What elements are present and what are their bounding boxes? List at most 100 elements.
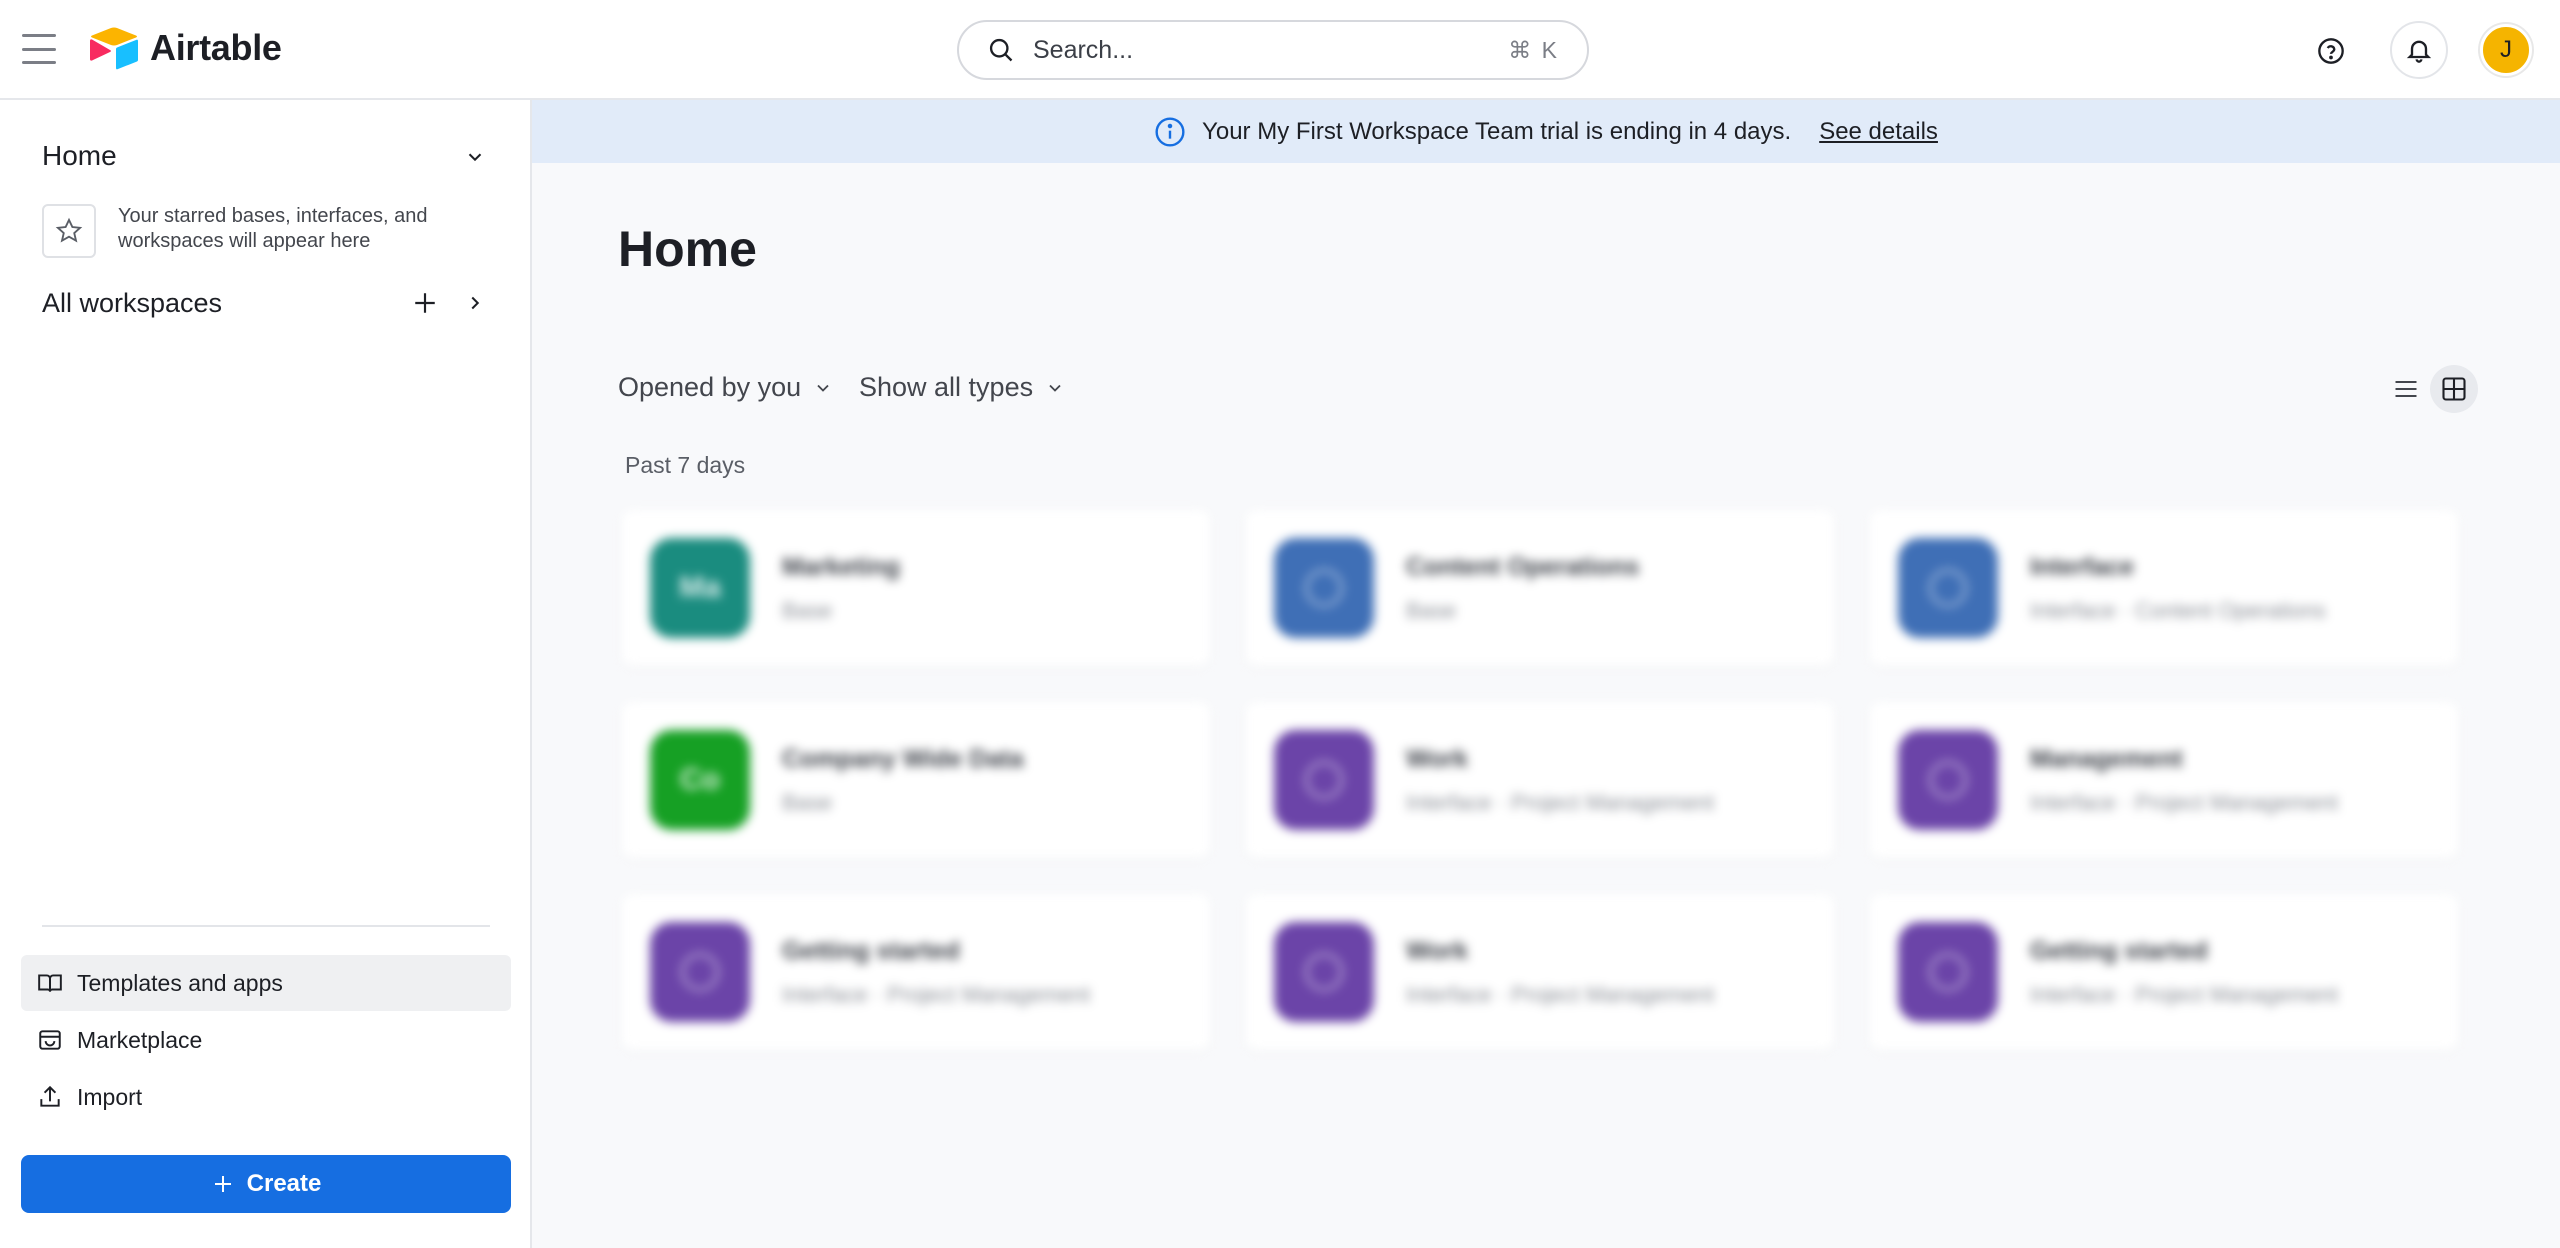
opened-by-filter[interactable]: Opened by you bbox=[618, 372, 833, 403]
base-icon bbox=[1274, 922, 1374, 1022]
card-name: Getting started bbox=[2030, 936, 2208, 965]
starred-hint: Your starred bases, interfaces, and work… bbox=[118, 205, 428, 252]
card-subtitle: Interface · Project Management bbox=[1406, 789, 1715, 815]
card-text: Company Wide Data Base bbox=[782, 745, 1023, 816]
card-subtitle: Base bbox=[1406, 597, 1457, 623]
sidebar-item-label: Templates and apps bbox=[77, 969, 283, 996]
sidebar-home-label[interactable]: Home bbox=[42, 140, 117, 172]
card-subtitle: Base bbox=[782, 597, 833, 623]
type-filter[interactable]: Show all types bbox=[859, 372, 1065, 403]
chevron-down-icon bbox=[817, 384, 829, 392]
main-content: Your My First Workspace Team trial is en… bbox=[532, 100, 2560, 1248]
card-name: Getting started bbox=[782, 936, 960, 965]
base-card[interactable]: Getting started Interface · Project Manag… bbox=[1870, 894, 2458, 1050]
card-text: Content Operations Base bbox=[1406, 553, 1639, 624]
base-icon: Ma bbox=[650, 538, 750, 638]
info-icon bbox=[1155, 116, 1185, 147]
interface-glyph-icon bbox=[1929, 761, 1967, 799]
card-subtitle: Interface · Project Management bbox=[2030, 789, 2339, 815]
sidebar-item-marketplace[interactable]: Marketplace bbox=[21, 1012, 511, 1068]
search-placeholder: Search... bbox=[1033, 35, 1134, 64]
interface-glyph-icon bbox=[1929, 569, 1967, 607]
card-text: Marketing Base bbox=[782, 553, 900, 624]
create-label: Create bbox=[246, 1170, 322, 1197]
recent-bases-grid: Ma Marketing Base Content Operations Base Int… bbox=[622, 510, 2458, 1050]
base-icon bbox=[1898, 538, 1998, 638]
avatar[interactable]: J bbox=[2480, 24, 2532, 76]
card-subtitle: Interface · Project Management bbox=[1406, 981, 1715, 1007]
book-icon bbox=[38, 974, 62, 992]
card-name: Interface bbox=[2030, 552, 2135, 581]
base-card[interactable]: Management Interface · Project Management bbox=[1870, 702, 2458, 858]
sidebar-item-import[interactable]: Import bbox=[21, 1069, 511, 1125]
plus-icon bbox=[214, 1176, 231, 1192]
sidebar-item-label: Import bbox=[77, 1083, 143, 1110]
base-icon: Co bbox=[650, 730, 750, 830]
all-workspaces-label[interactable]: All workspaces bbox=[42, 288, 222, 319]
base-icon bbox=[650, 922, 750, 1022]
add-workspace-icon[interactable] bbox=[410, 288, 440, 318]
interface-glyph-icon bbox=[1305, 953, 1343, 991]
card-subtitle: Interface · Project Management bbox=[782, 981, 1091, 1007]
search-icon bbox=[989, 38, 1013, 62]
page-title: Home bbox=[618, 221, 757, 277]
upload-icon bbox=[40, 1085, 60, 1107]
card-text: Work Interface · Project Management bbox=[1406, 937, 1714, 1008]
base-icon bbox=[1274, 538, 1374, 638]
section-label: Past 7 days bbox=[625, 452, 746, 478]
sidebar-item-label: Marketplace bbox=[77, 1026, 203, 1053]
base-card[interactable]: Content Operations Base bbox=[1246, 510, 1834, 666]
top-bar: Airtable Search... ⌘ K J bbox=[0, 0, 2560, 100]
notifications-button[interactable] bbox=[2390, 21, 2448, 79]
search-input[interactable]: Search... ⌘ K bbox=[957, 20, 1589, 80]
base-card[interactable]: Work Interface · Project Management bbox=[1246, 894, 1834, 1050]
interface-glyph-icon bbox=[1929, 953, 1967, 991]
menu-icon[interactable] bbox=[22, 34, 56, 64]
base-icon bbox=[1274, 730, 1374, 830]
base-card[interactable]: Co Company Wide Data Base bbox=[622, 702, 1210, 858]
card-subtitle: Interface · Content Operations bbox=[2030, 597, 2326, 623]
grid-icon bbox=[2442, 377, 2466, 401]
airtable-logo-icon bbox=[90, 27, 138, 70]
card-text: Management Interface · Project Management bbox=[2030, 745, 2338, 816]
card-name: Content Operations bbox=[1406, 552, 1640, 581]
base-card[interactable]: Getting started Interface · Project Manag… bbox=[622, 894, 1210, 1050]
see-details-link[interactable]: See details bbox=[1819, 118, 1938, 146]
chevron-down-icon[interactable] bbox=[460, 142, 490, 172]
help-icon bbox=[2318, 38, 2344, 64]
search-shortcut: ⌘ K bbox=[1508, 36, 1559, 63]
card-text: Getting started Interface · Project Manag… bbox=[2030, 937, 2338, 1008]
card-text: Getting started Interface · Project Manag… bbox=[782, 937, 1090, 1008]
sidebar: Home Your starred bases, interfaces, and… bbox=[0, 100, 532, 1248]
marketplace-icon bbox=[39, 1030, 61, 1050]
bell-icon bbox=[2406, 40, 2432, 63]
sidebar-divider bbox=[42, 925, 490, 927]
card-name: Marketing bbox=[782, 552, 901, 581]
star-icon bbox=[42, 204, 96, 258]
base-icon bbox=[1898, 730, 1998, 830]
interface-glyph-icon bbox=[681, 953, 719, 991]
card-text: Work Interface · Project Management bbox=[1406, 745, 1714, 816]
list-view-button[interactable] bbox=[2382, 365, 2430, 413]
chevron-right-icon[interactable] bbox=[460, 288, 490, 318]
base-card[interactable]: Ma Marketing Base bbox=[622, 510, 1210, 666]
app-name: Airtable bbox=[150, 27, 282, 68]
list-icon bbox=[2395, 380, 2417, 398]
card-subtitle: Interface · Project Management bbox=[2030, 981, 2339, 1007]
airtable-logo[interactable]: Airtable bbox=[88, 26, 282, 70]
help-button[interactable] bbox=[2310, 30, 2352, 72]
base-card[interactable]: Work Interface · Project Management bbox=[1246, 702, 1834, 858]
sidebar-item-templates[interactable]: Templates and apps bbox=[21, 955, 511, 1011]
card-name: Company Wide Data bbox=[782, 744, 1024, 773]
create-button[interactable]: Create bbox=[21, 1155, 511, 1213]
base-icon bbox=[1898, 922, 1998, 1022]
card-subtitle: Base bbox=[782, 789, 833, 815]
trial-banner: Your My First Workspace Team trial is en… bbox=[532, 100, 2560, 163]
card-name: Work bbox=[1406, 936, 1469, 965]
base-card[interactable]: Interface Interface · Content Operations bbox=[1870, 510, 2458, 666]
card-text: Interface Interface · Content Operations bbox=[2030, 553, 2326, 624]
grid-view-button[interactable] bbox=[2430, 365, 2478, 413]
banner-text: Your My First Workspace Team trial is en… bbox=[1202, 117, 1792, 145]
interface-glyph-icon bbox=[1305, 761, 1343, 799]
card-name: Work bbox=[1406, 744, 1469, 773]
